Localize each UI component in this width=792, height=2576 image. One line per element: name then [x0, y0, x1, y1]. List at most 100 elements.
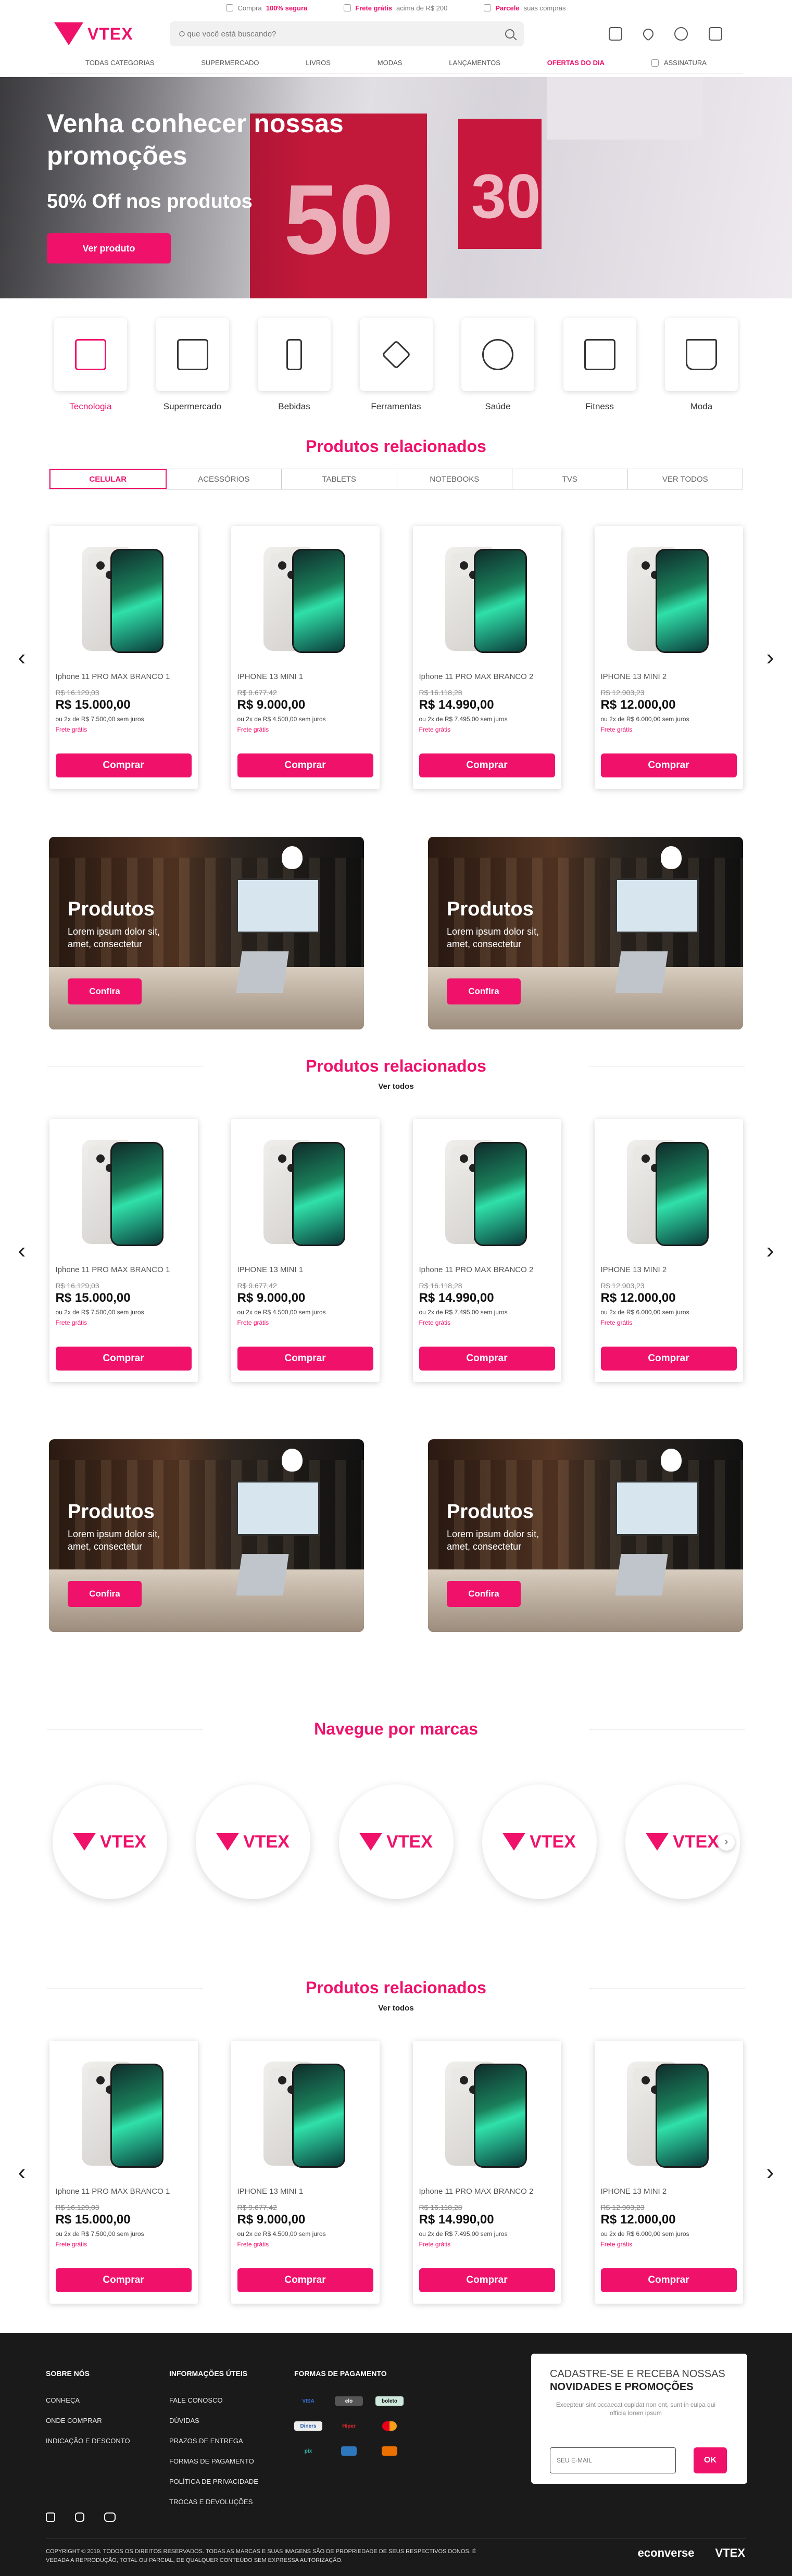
- promo-banner-button[interactable]: Confira: [447, 978, 521, 1004]
- footer-link[interactable]: POLÍTICA DE PRIVACIDADE: [169, 2478, 258, 2485]
- newsletter-email-input[interactable]: [550, 2447, 676, 2473]
- buy-button[interactable]: Comprar: [237, 753, 373, 777]
- brand-item[interactable]: VTEX: [195, 1785, 310, 1899]
- product-image[interactable]: [627, 2062, 710, 2168]
- product-name[interactable]: IPHONE 13 MINI 2: [601, 2187, 737, 2196]
- heart-icon[interactable]: [640, 26, 656, 42]
- buy-button[interactable]: Comprar: [600, 2268, 737, 2292]
- tab-see-all[interactable]: VER TODOS: [628, 469, 743, 489]
- buy-button[interactable]: Comprar: [419, 1347, 555, 1371]
- promo-banner[interactable]: Produtos Lorem ipsum dolor sit, amet, con…: [49, 1439, 364, 1632]
- product-image[interactable]: [263, 547, 347, 654]
- product-name[interactable]: IPHONE 13 MINI 1: [237, 672, 373, 681]
- product-card[interactable]: IPHONE 13 MINI 1 R$ 9.677,42 R$ 9.000,00…: [231, 1119, 380, 1382]
- shelf2-see-all-link[interactable]: Ver todos: [0, 1082, 792, 1091]
- buy-button[interactable]: Comprar: [55, 1347, 192, 1371]
- footer-link[interactable]: PRAZOS DE ENTREGA: [169, 2437, 258, 2445]
- carousel-next-arrow[interactable]: ›: [760, 2159, 781, 2185]
- shelf3-see-all-link[interactable]: Ver todos: [0, 2004, 792, 2013]
- product-card[interactable]: IPHONE 13 MINI 1 R$ 9.677,42 R$ 9.000,00…: [231, 526, 380, 789]
- product-card[interactable]: Iphone 11 PRO MAX BRANCO 2 R$ 16.118,28 …: [412, 526, 561, 789]
- product-card[interactable]: IPHONE 13 MINI 2 R$ 12.903,23 R$ 12.000,…: [594, 526, 743, 789]
- hero-cta-button[interactable]: Ver produto: [47, 233, 171, 263]
- product-card[interactable]: IPHONE 13 MINI 2 R$ 12.903,23 R$ 12.000,…: [594, 1119, 743, 1382]
- nav-item-fashion[interactable]: MODAS: [378, 59, 403, 67]
- promo-banner[interactable]: Produtos Lorem ipsum dolor sit, amet, con…: [428, 837, 743, 1029]
- tab-tvs[interactable]: TVS: [512, 469, 628, 489]
- product-image[interactable]: [82, 547, 165, 654]
- category-technology[interactable]: Tecnologia: [54, 318, 127, 412]
- newsletter-submit-button[interactable]: OK: [694, 2447, 727, 2473]
- product-image[interactable]: [263, 1140, 347, 1247]
- buy-button[interactable]: Comprar: [55, 2268, 192, 2292]
- product-name[interactable]: Iphone 11 PRO MAX BRANCO 1: [56, 672, 192, 681]
- buy-button[interactable]: Comprar: [237, 1347, 373, 1371]
- carousel-prev-arrow[interactable]: ‹: [11, 2159, 32, 2185]
- brand-next-button[interactable]: ›: [718, 1834, 735, 1851]
- category-drinks[interactable]: Bebidas: [258, 318, 331, 412]
- product-name[interactable]: Iphone 11 PRO MAX BRANCO 2: [419, 672, 555, 681]
- buy-button[interactable]: Comprar: [419, 753, 555, 777]
- product-name[interactable]: IPHONE 13 MINI 2: [601, 1265, 737, 1274]
- nav-item-all-categories[interactable]: TODAS CATEGORIAS: [85, 59, 154, 67]
- cart-icon[interactable]: [709, 27, 722, 41]
- product-image[interactable]: [445, 547, 529, 654]
- product-name[interactable]: Iphone 11 PRO MAX BRANCO 2: [419, 1265, 555, 1274]
- carousel-next-arrow[interactable]: ›: [760, 645, 781, 671]
- category-supermarket[interactable]: Supermercado: [156, 318, 229, 412]
- instagram-icon[interactable]: [75, 2512, 84, 2522]
- product-card[interactable]: Iphone 11 PRO MAX BRANCO 1 R$ 16.129,03 …: [49, 1119, 198, 1382]
- product-card[interactable]: Iphone 11 PRO MAX BRANCO 2 R$ 16.118,28 …: [412, 2041, 561, 2304]
- product-name[interactable]: IPHONE 13 MINI 1: [237, 2187, 373, 2196]
- tab-notebooks[interactable]: NOTEBOOKS: [397, 469, 512, 489]
- product-card[interactable]: Iphone 11 PRO MAX BRANCO 2 R$ 16.118,28 …: [412, 1119, 561, 1382]
- product-image[interactable]: [445, 2062, 529, 2168]
- nav-item-subscription[interactable]: ASSINATURA: [651, 59, 707, 67]
- carousel-prev-arrow[interactable]: ‹: [11, 645, 32, 671]
- promo-banner-button[interactable]: Confira: [447, 1581, 521, 1607]
- buy-button[interactable]: Comprar: [419, 2268, 555, 2292]
- nav-item-deals[interactable]: OFERTAS DO DIA: [547, 59, 605, 67]
- youtube-icon[interactable]: [104, 2512, 116, 2522]
- nav-item-launches[interactable]: LANÇAMENTOS: [449, 59, 500, 67]
- search-input[interactable]: [179, 29, 505, 39]
- footer-link[interactable]: INDICAÇÃO E DESCONTO: [46, 2437, 130, 2445]
- product-name[interactable]: IPHONE 13 MINI 2: [601, 672, 737, 681]
- product-image[interactable]: [627, 1140, 710, 1247]
- product-card[interactable]: IPHONE 13 MINI 2 R$ 12.903,23 R$ 12.000,…: [594, 2041, 743, 2304]
- product-card[interactable]: Iphone 11 PRO MAX BRANCO 1 R$ 16.129,03 …: [49, 526, 198, 789]
- brand-item[interactable]: VTEX: [338, 1785, 454, 1899]
- product-name[interactable]: Iphone 11 PRO MAX BRANCO 1: [56, 1265, 192, 1274]
- footer-link[interactable]: FALE CONOSCO: [169, 2396, 258, 2404]
- product-name[interactable]: Iphone 11 PRO MAX BRANCO 1: [56, 2187, 192, 2196]
- search-icon[interactable]: [505, 29, 514, 39]
- facebook-icon[interactable]: [46, 2512, 55, 2522]
- logo[interactable]: VTEX: [54, 22, 133, 45]
- promo-banner[interactable]: Produtos Lorem ipsum dolor sit, amet, con…: [428, 1439, 743, 1632]
- category-fashion[interactable]: Moda: [665, 318, 738, 412]
- vtex-footer-logo[interactable]: VTEX: [715, 2546, 745, 2560]
- tab-phones[interactable]: CELULAR: [49, 469, 167, 489]
- category-fitness[interactable]: Fitness: [563, 318, 636, 412]
- nav-item-books[interactable]: LIVROS: [306, 59, 331, 67]
- category-tools[interactable]: Ferramentas: [359, 318, 433, 412]
- promo-banner-button[interactable]: Confira: [68, 1581, 142, 1607]
- buy-button[interactable]: Comprar: [600, 1347, 737, 1371]
- product-image[interactable]: [627, 547, 710, 654]
- product-name[interactable]: Iphone 11 PRO MAX BRANCO 2: [419, 2187, 555, 2196]
- buy-button[interactable]: Comprar: [600, 753, 737, 777]
- buy-button[interactable]: Comprar: [55, 753, 192, 777]
- product-name[interactable]: IPHONE 13 MINI 1: [237, 1265, 373, 1274]
- brand-item[interactable]: VTEX: [482, 1785, 597, 1899]
- carousel-next-arrow[interactable]: ›: [760, 1238, 781, 1264]
- product-image[interactable]: [263, 2062, 347, 2168]
- buy-button[interactable]: Comprar: [237, 2268, 373, 2292]
- promo-banner-button[interactable]: Confira: [68, 978, 142, 1004]
- footer-link[interactable]: FORMAS DE PAGAMENTO: [169, 2457, 258, 2465]
- carousel-prev-arrow[interactable]: ‹: [11, 1238, 32, 1264]
- brand-item[interactable]: VTEX: [52, 1785, 167, 1899]
- product-card[interactable]: IPHONE 13 MINI 1 R$ 9.677,42 R$ 9.000,00…: [231, 2041, 380, 2304]
- product-image[interactable]: [82, 2062, 165, 2168]
- orders-icon[interactable]: [609, 27, 622, 41]
- tab-accessories[interactable]: ACESSÓRIOS: [167, 469, 282, 489]
